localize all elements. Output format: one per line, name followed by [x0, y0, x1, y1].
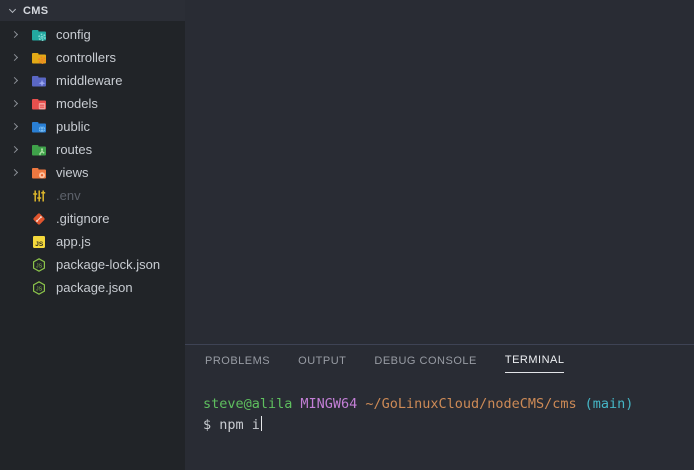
tree-item-public[interactable]: public	[0, 115, 185, 138]
explorer-sidebar: CMS config controllers	[0, 0, 185, 470]
folder-config-icon	[31, 27, 47, 43]
terminal-command: $ npm i	[203, 417, 260, 433]
tree-item-models[interactable]: models	[0, 92, 185, 115]
env-sliders-icon	[31, 188, 47, 204]
tree-item-views[interactable]: views	[0, 161, 185, 184]
tree-item-config[interactable]: config	[0, 23, 185, 46]
folder-views-icon	[31, 165, 47, 181]
panel-tab-bar: PROBLEMS OUTPUT DEBUG CONSOLE TERMINAL	[185, 354, 694, 373]
svg-text:JS: JS	[36, 263, 43, 269]
folder-routes-icon	[31, 142, 47, 158]
project-root-label: CMS	[23, 5, 48, 17]
tree-item-routes[interactable]: routes	[0, 138, 185, 161]
terminal-platform: MINGW64	[300, 396, 357, 412]
folder-models-icon	[31, 96, 47, 112]
tree-item-label: .gitignore	[56, 211, 109, 226]
terminal-command-line: $ npm i	[203, 415, 694, 436]
terminal-cursor	[261, 416, 263, 431]
editor-empty-area	[185, 0, 694, 344]
chevron-right-icon	[12, 124, 31, 129]
git-icon	[31, 211, 47, 227]
tree-item-env[interactable]: .env	[0, 184, 185, 207]
tree-item-label: views	[56, 165, 89, 180]
tree-item-label: app.js	[56, 234, 91, 249]
nodejs-json-icon: JS	[31, 257, 47, 273]
tree-item-label: package.json	[56, 280, 133, 295]
tree-item-package-lock[interactable]: JS package-lock.json	[0, 253, 185, 276]
explorer-section-header[interactable]: CMS	[0, 0, 185, 21]
terminal-output[interactable]: steve@alila MINGW64 ~/GoLinuxCloud/nodeCMS…	[185, 373, 694, 436]
tab-terminal[interactable]: TERMINAL	[505, 354, 565, 373]
svg-text:JS: JS	[35, 241, 44, 248]
tab-problems[interactable]: PROBLEMS	[205, 354, 270, 373]
tree-item-label: package-lock.json	[56, 257, 160, 272]
nodejs-json-icon: JS	[31, 280, 47, 296]
tab-debug-console[interactable]: DEBUG CONSOLE	[374, 354, 476, 373]
bottom-panel: PROBLEMS OUTPUT DEBUG CONSOLE TERMINAL s…	[185, 344, 694, 470]
terminal-cwd: ~/GoLinuxCloud/nodeCMS/cms	[365, 396, 576, 412]
chevron-right-icon	[12, 78, 31, 83]
main-column: PROBLEMS OUTPUT DEBUG CONSOLE TERMINAL s…	[185, 0, 694, 470]
tree-item-gitignore[interactable]: .gitignore	[0, 207, 185, 230]
chevron-right-icon	[12, 55, 31, 60]
chevron-right-icon	[12, 101, 31, 106]
chevron-right-icon	[12, 32, 31, 37]
chevron-right-icon	[12, 147, 31, 152]
terminal-git-branch: (main)	[585, 396, 634, 412]
tree-item-label: routes	[56, 142, 92, 157]
terminal-prompt-line: steve@alila MINGW64 ~/GoLinuxCloud/nodeCMS…	[203, 394, 694, 415]
folder-middleware-icon	[31, 73, 47, 89]
tree-item-label: public	[56, 119, 90, 134]
tree-item-label: controllers	[56, 50, 116, 65]
chevron-right-icon	[12, 170, 31, 175]
folder-public-icon	[31, 119, 47, 135]
file-tree: config controllers middleware	[0, 21, 185, 299]
tree-item-label: models	[56, 96, 98, 111]
tree-item-label: .env	[56, 188, 81, 203]
terminal-user-host: steve@alila	[203, 396, 292, 412]
tree-item-controllers[interactable]: controllers	[0, 46, 185, 69]
vscode-window: CMS config controllers	[0, 0, 694, 470]
tree-item-label: middleware	[56, 73, 122, 88]
tree-item-appjs[interactable]: JS app.js	[0, 230, 185, 253]
tree-item-label: config	[56, 27, 91, 42]
tree-item-middleware[interactable]: middleware	[0, 69, 185, 92]
svg-text:JS: JS	[36, 286, 43, 292]
javascript-icon: JS	[31, 234, 47, 250]
folder-controllers-icon	[31, 50, 47, 66]
tab-output[interactable]: OUTPUT	[298, 354, 346, 373]
tree-item-package[interactable]: JS package.json	[0, 276, 185, 299]
chevron-down-icon	[9, 6, 16, 13]
